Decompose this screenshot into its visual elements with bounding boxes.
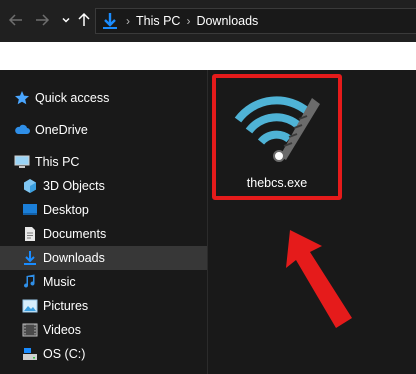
chevron-right-icon: › [186,14,191,28]
sidebar-item-this-pc[interactable]: This PC [14,150,79,174]
forward-arrow-icon[interactable] [32,10,52,30]
cloud-icon [15,124,30,134]
navigation-bar: › This PC › Downloads [0,0,416,42]
drive-icon [23,348,37,360]
sidebar-item-desktop[interactable]: Desktop [22,198,89,222]
file-item-thebcs-exe[interactable]: thebcs.exe [212,74,342,200]
sidebar-item-3d-objects[interactable]: 3D Objects [22,174,105,198]
navigation-pane: Quick access OneDrive This PC 3D Objects… [0,70,207,374]
sidebar-item-label: Quick access [35,91,110,105]
wifi-signal-icon [234,96,320,162]
sidebar-item-label: Videos [43,323,81,337]
ribbon-area [0,42,416,70]
music-icon [24,274,35,288]
sidebar-item-onedrive[interactable]: OneDrive [14,118,88,142]
chevron-down-icon[interactable] [56,10,76,30]
cube-icon [24,179,36,193]
sidebar-item-videos[interactable]: Videos [22,318,81,342]
document-icon [25,227,35,241]
desktop-icon [23,204,37,215]
breadcrumb-downloads[interactable]: Downloads [196,14,258,28]
sidebar-item-label: 3D Objects [43,179,105,193]
breadcrumb-this-pc[interactable]: This PC [136,14,180,28]
sidebar-item-os-c[interactable]: OS (C:) [22,342,85,366]
sidebar-item-music[interactable]: Music [22,270,76,294]
sidebar-item-documents[interactable]: Documents [22,222,106,246]
sidebar-item-label: Documents [43,227,107,241]
back-arrow-icon[interactable] [6,10,26,30]
pictures-icon [22,299,38,313]
up-arrow-icon[interactable] [74,10,94,30]
sidebar-item-label: Desktop [43,203,89,217]
chevron-right-icon: › [126,14,130,28]
sidebar-item-label: Pictures [43,299,89,313]
sidebar-item-label: Music [43,275,76,289]
sidebar-item-label: Downloads [43,251,105,265]
downloads-icon [103,13,117,29]
file-name-label: thebcs.exe [246,176,308,190]
sidebar-item-label: OneDrive [35,123,88,137]
downloads-icon [24,251,36,265]
videos-icon [22,323,38,337]
sidebar-item-label: This PC [35,155,80,169]
star-icon [15,91,29,105]
sidebar-item-pictures[interactable]: Pictures [22,294,88,318]
computer-icon [14,155,30,168]
address-bar[interactable]: › This PC › Downloads [95,8,416,34]
sidebar-item-quick-access[interactable]: Quick access [14,86,109,110]
sidebar-item-downloads[interactable]: Downloads [0,246,207,270]
red-pointer-arrow [286,230,352,328]
sidebar-item-label: OS (C:) [43,347,86,361]
